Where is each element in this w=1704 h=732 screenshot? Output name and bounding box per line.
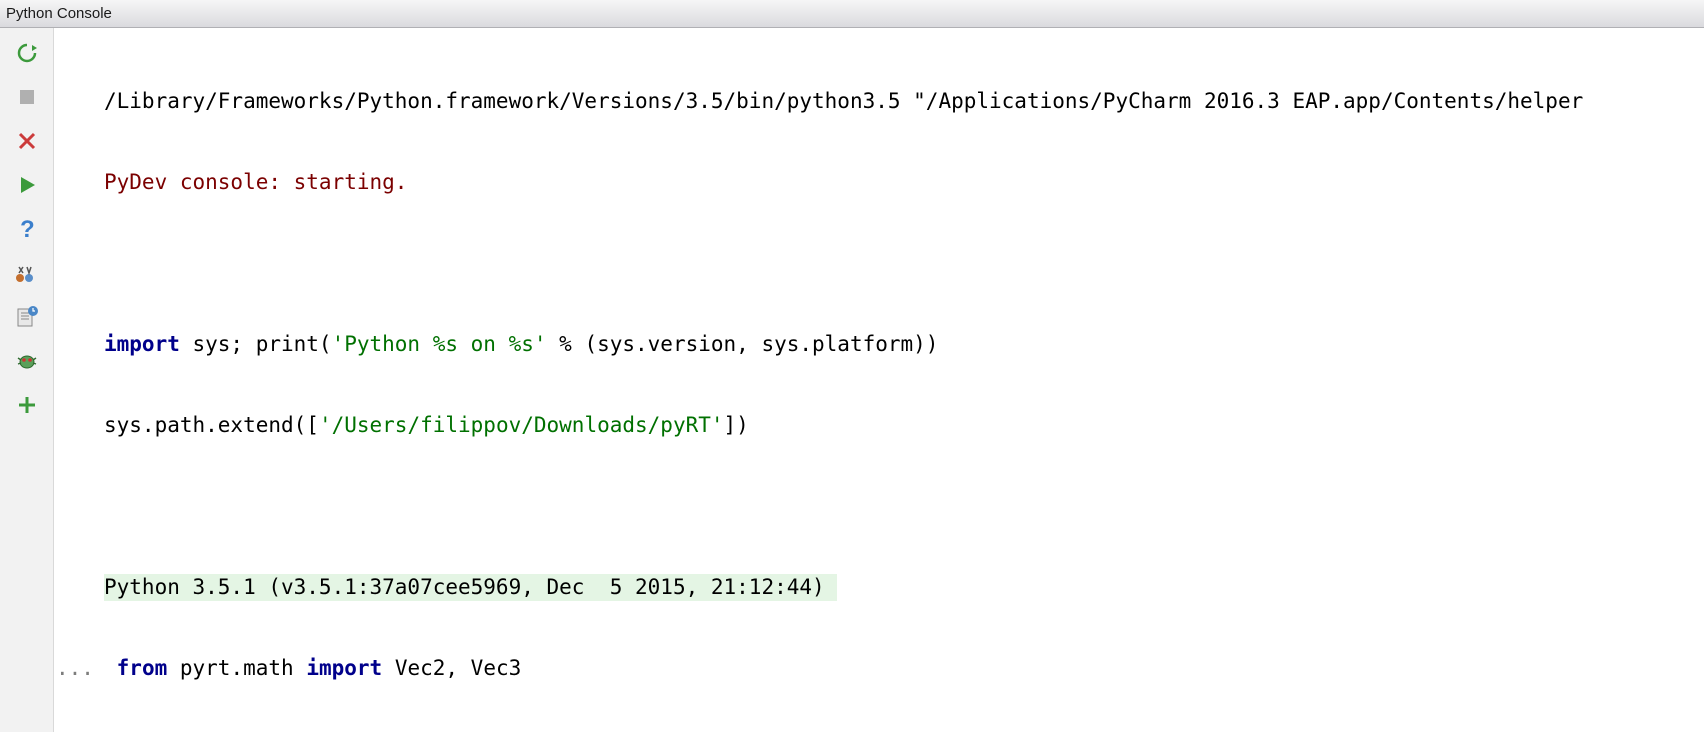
panel-title-bar: Python Console <box>0 0 1704 28</box>
stop-icon <box>18 88 36 106</box>
debug-button[interactable] <box>10 344 44 378</box>
toolbar-gutter: ? <box>0 28 54 732</box>
console-body: ? <box>0 28 1704 732</box>
vars-button[interactable] <box>10 256 44 290</box>
run-button[interactable] <box>10 168 44 202</box>
panel-title: Python Console <box>6 5 112 22</box>
console-starting: PyDev console: starting. <box>104 169 1704 196</box>
from-pyrt-math: from pyrt.math import Vec2, Vec3 <box>104 655 1704 682</box>
close-button[interactable] <box>10 124 44 158</box>
svg-text:?: ? <box>20 217 35 241</box>
add-icon <box>17 395 37 415</box>
close-icon <box>17 131 37 151</box>
run-icon <box>17 175 37 195</box>
stop-button[interactable] <box>10 80 44 114</box>
rerun-icon <box>16 42 38 64</box>
rerun-button[interactable] <box>10 36 44 70</box>
console-output[interactable]: /Library/Frameworks/Python.framework/Ver… <box>54 28 1704 732</box>
help-icon: ? <box>17 217 37 241</box>
import-sys-line: import sys; print('Python %s on %s' % (s… <box>104 331 1704 358</box>
vars-icon <box>15 263 39 283</box>
python-version-line: Python 3.5.1 (v3.5.1:37a07cee5969, Dec 5… <box>104 574 1704 601</box>
history-icon <box>16 306 38 328</box>
debug-icon <box>15 350 39 372</box>
add-button[interactable] <box>10 388 44 422</box>
help-button[interactable]: ? <box>10 212 44 246</box>
sys-path-line: sys.path.extend(['/Users/filippov/Downlo… <box>104 412 1704 439</box>
history-button[interactable] <box>10 300 44 334</box>
interpreter-path: /Library/Frameworks/Python.framework/Ver… <box>104 88 1704 115</box>
